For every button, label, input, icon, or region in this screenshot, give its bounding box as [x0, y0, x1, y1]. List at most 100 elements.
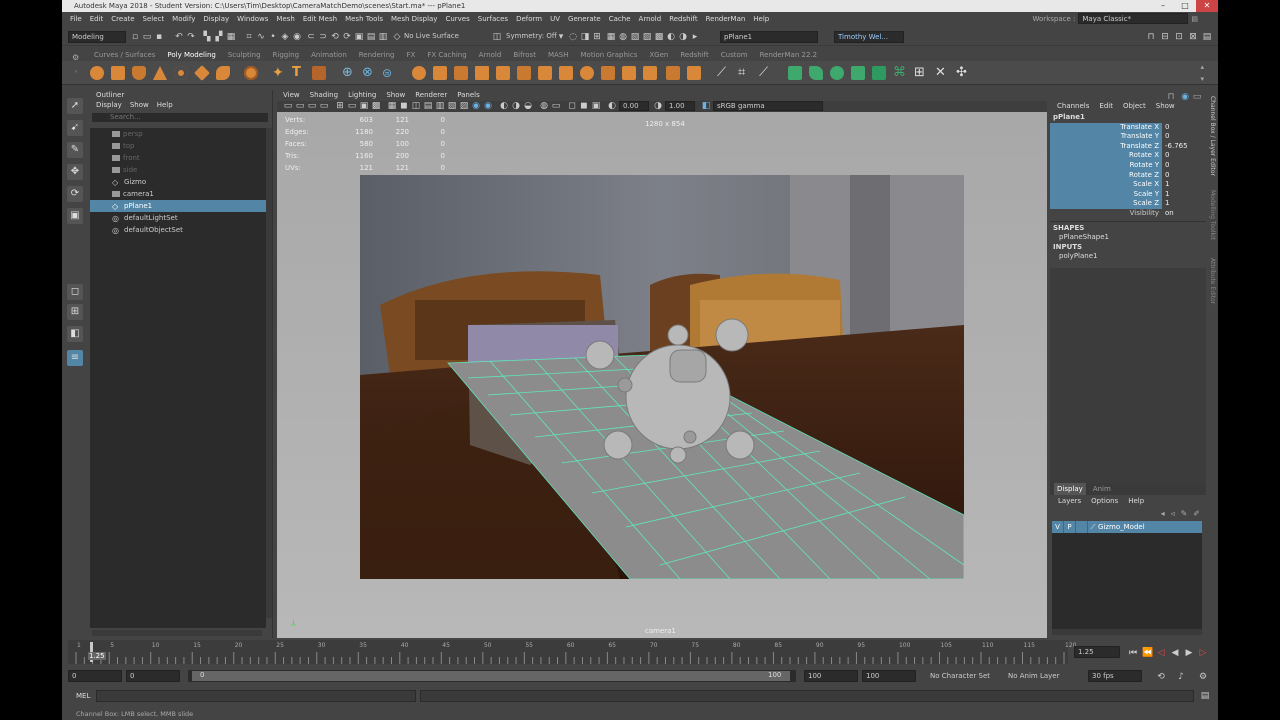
layer-playback-toggle[interactable]: P [1064, 521, 1076, 533]
outliner-item-side[interactable]: side [90, 164, 266, 176]
menu-cache[interactable]: Cache [605, 15, 635, 23]
end-time-field[interactable]: 100 [804, 670, 858, 682]
anim-prefs-icon[interactable]: ⚙ [1198, 672, 1208, 682]
symmetry-icon[interactable]: ◫ [492, 32, 502, 42]
poly-disc-icon[interactable] [216, 66, 230, 80]
shelf-tab-rigging[interactable]: Rigging [267, 51, 306, 59]
bridge-icon[interactable] [475, 66, 489, 80]
attr-scale-z[interactable]: Scale Z1 [1050, 199, 1206, 209]
menu-select[interactable]: Select [139, 15, 169, 23]
shelf-tab-fx-caching[interactable]: FX Caching [421, 51, 472, 59]
history-icon[interactable]: ⟲ [330, 32, 340, 42]
hud-icon[interactable]: ▭ [551, 101, 561, 111]
svg-icon[interactable] [312, 66, 326, 80]
menu-create[interactable]: Create [107, 15, 138, 23]
undo-icon[interactable]: ↶ [174, 32, 184, 42]
anti-aliasing-icon[interactable]: ◑ [511, 101, 521, 111]
shelf-scroll-down-icon[interactable]: ▾ [1200, 75, 1204, 83]
frame-all-icon[interactable]: ◻ [567, 101, 577, 111]
anim-end-field[interactable]: 100 [862, 670, 916, 682]
attr-rotate-z[interactable]: Rotate Z0 [1050, 170, 1206, 181]
symmetry-select[interactable]: Symmetry: Off [506, 32, 557, 40]
viewport-menu-shading[interactable]: Shading [310, 90, 338, 101]
layer-tab-anim[interactable]: Anim [1090, 483, 1114, 495]
attr-value[interactable]: 1 [1162, 190, 1202, 200]
camera-attributes-icon[interactable]: ▭ [295, 101, 305, 111]
auto-map-icon[interactable] [872, 66, 886, 80]
open-scene-icon[interactable]: ▭ [142, 32, 152, 42]
character-set-select[interactable]: No Character Set [930, 672, 990, 680]
append-polygon-icon[interactable] [559, 66, 573, 80]
quad-draw-icon[interactable] [622, 66, 636, 80]
layer-move-down-icon[interactable]: ◃ [1171, 507, 1175, 521]
workspace-select[interactable]: Maya Classic* [1078, 13, 1189, 24]
snap-surface-icon[interactable]: ◉ [292, 32, 302, 42]
outliner-item-camera1[interactable]: camera1 [90, 188, 266, 200]
side-tab-attribute-editor[interactable]: Attribute Editor [1209, 258, 1216, 304]
planar-map-icon[interactable] [809, 66, 823, 80]
combine-icon[interactable]: ⊕ [342, 66, 356, 80]
new-layer-icon[interactable]: ✎ [1181, 507, 1188, 521]
viewport-menu-panels[interactable]: Panels [457, 90, 480, 101]
shelf-scroll-up-icon[interactable]: ▴ [1200, 63, 1204, 71]
anim-layer-select[interactable]: No Anim Layer [1008, 672, 1059, 680]
bevel-icon[interactable] [496, 66, 510, 80]
symmetry-axis-icon[interactable]: ◨ [580, 32, 590, 42]
outliner-item-defaultlightset[interactable]: ◎ defaultLightSet [90, 212, 266, 224]
render-batch-icon[interactable]: ▩ [654, 32, 664, 42]
anim-start-field[interactable]: 0 [126, 670, 180, 682]
paint-select-icon[interactable]: ✎ [67, 142, 83, 158]
attr-value[interactable]: 0 [1162, 151, 1202, 161]
snap-point-icon[interactable]: • [268, 32, 278, 42]
rotate-tool-icon[interactable]: ⟳ [67, 186, 83, 202]
shelf-tab-poly-modeling[interactable]: Poly Modeling [161, 51, 221, 59]
snap-view-icon[interactable]: ◈ [280, 32, 290, 42]
gamma-icon[interactable]: ◑ [653, 101, 663, 111]
user-account[interactable]: Timothy Wel... [834, 31, 904, 43]
playblast-icon[interactable]: ▣ [591, 101, 601, 111]
range-slider-handle[interactable] [192, 671, 790, 681]
attr-visibility[interactable]: Visibility on [1050, 209, 1206, 219]
side-tab-modelling-toolkit[interactable]: Modelling Toolkit [1209, 190, 1216, 240]
menu-windows[interactable]: Windows [233, 15, 272, 23]
close-icon[interactable]: ✕ [1196, 0, 1218, 12]
viewport-menu-show[interactable]: Show [386, 90, 405, 101]
channel-box-lock-icon[interactable]: ⊓ [1166, 92, 1176, 102]
outliner-layout-icon[interactable]: ≡ [67, 350, 83, 366]
depth-of-field-icon[interactable]: ◒ [523, 101, 533, 111]
layer-tab-display[interactable]: Display [1054, 483, 1086, 495]
outliner-search-input[interactable]: Search... [92, 113, 268, 122]
attr-value[interactable]: on [1162, 209, 1202, 219]
fill-hole-icon[interactable] [517, 66, 531, 80]
tool-settings-icon[interactable]: ⊠ [1188, 32, 1198, 42]
new-layer-selected-icon[interactable]: ✐ [1193, 507, 1200, 521]
outliner-menu-help[interactable]: Help [157, 100, 173, 111]
attr-translate-y[interactable]: Translate Y0 [1050, 132, 1206, 142]
lights-icon[interactable]: ▥ [435, 101, 445, 111]
poly-cube-icon[interactable] [111, 66, 125, 80]
shelf-tab-sculpting[interactable]: Sculpting [222, 51, 267, 59]
outliner-item-gizmo[interactable]: ◇ Gizmo [90, 176, 266, 188]
poly-sphere-icon[interactable] [90, 66, 104, 80]
attr-translate-z[interactable]: Translate Z -6.765 [1050, 141, 1206, 152]
render-redshift-icon[interactable]: ◐ [666, 32, 676, 42]
channel-box-sync-icon[interactable]: ◉ [1180, 92, 1190, 102]
menu-arnold[interactable]: Arnold [635, 15, 666, 23]
name-field[interactable]: pPlane1 [720, 31, 818, 43]
insert-edge-loop-icon[interactable]: ⟋ [717, 66, 731, 80]
script-editor-icon[interactable]: ▤ [1200, 691, 1210, 701]
separate-icon[interactable]: ⊗ [362, 66, 376, 80]
extrude-icon[interactable] [454, 66, 468, 80]
layout-uv-icon[interactable]: ✣ [956, 66, 970, 80]
smooth-icon[interactable]: ⊜ [382, 66, 396, 80]
play-forwards-icon[interactable]: ▶ [1184, 648, 1194, 658]
layer-color-icon[interactable]: ⟋ [1088, 521, 1098, 533]
move-tool-icon[interactable]: ✥ [67, 164, 83, 180]
uv-editor-icon[interactable] [788, 66, 802, 80]
menu-uv[interactable]: UV [546, 15, 564, 23]
selection-mode-icon[interactable]: ⊞ [592, 32, 602, 42]
poly-type-icon[interactable]: T [292, 66, 306, 80]
script-language-label[interactable]: MEL [76, 692, 90, 700]
camera-select-icon[interactable]: ▭ [283, 101, 293, 111]
menu-mesh[interactable]: Mesh [272, 15, 298, 23]
